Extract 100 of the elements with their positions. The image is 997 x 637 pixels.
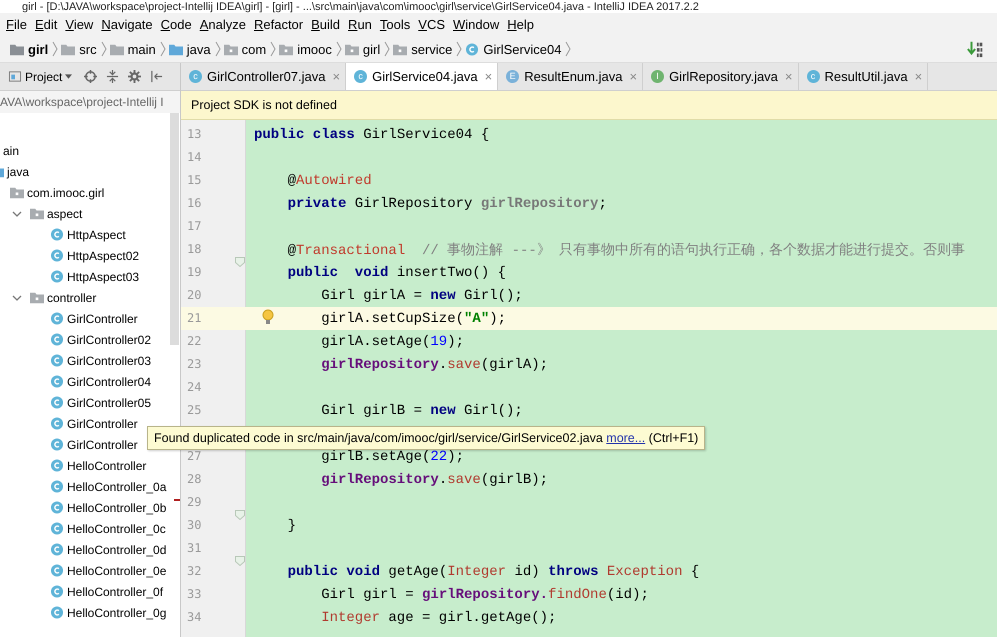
class-icon xyxy=(50,354,64,367)
chevron-icon xyxy=(565,41,572,57)
code-line: girlRepository.save(girlB); xyxy=(321,472,548,488)
editor-tab[interactable]: I GirlRepository.java × xyxy=(643,63,799,90)
menu-item[interactable]: Help xyxy=(503,17,538,32)
folder-icon xyxy=(61,42,76,56)
tree-item[interactable]: HelloController_0f xyxy=(67,584,164,598)
editor-tab[interactable]: E ResultEnum.java × xyxy=(498,63,644,90)
code-line: Girl girlA = new Girl(); xyxy=(321,288,523,304)
breadcrumb-item[interactable]: GirlService04 xyxy=(483,42,562,56)
code-line: Girl girl = girlRepository.findOne(id); xyxy=(321,586,649,602)
line-number: 15 xyxy=(187,173,202,187)
menu-item[interactable]: View xyxy=(61,17,98,32)
class-icon xyxy=(50,249,64,262)
tree-item[interactable]: GirlController xyxy=(67,416,138,430)
class-icon xyxy=(50,396,64,409)
fold-marker-icon[interactable] xyxy=(235,510,245,520)
tree-item[interactable]: com.imooc.girl xyxy=(27,186,104,200)
scrollbar-thumb[interactable] xyxy=(170,113,179,345)
line-number: 17 xyxy=(187,219,202,233)
tree-item[interactable]: GirlController05 xyxy=(67,396,152,410)
editor-tab[interactable]: c GirlService04.java × xyxy=(346,63,498,90)
folder-icon xyxy=(110,42,124,56)
breadcrumb-item[interactable]: girl xyxy=(28,42,48,56)
class-badge: c xyxy=(189,70,202,83)
project-icon xyxy=(8,70,22,83)
tree-item[interactable]: HelloController_0d xyxy=(67,542,166,556)
tree-item[interactable]: HelloController_0a xyxy=(67,480,166,494)
tree-item[interactable]: GirlController04 xyxy=(67,374,152,388)
folder-icon xyxy=(10,42,24,56)
chevron-icon xyxy=(100,41,107,57)
close-icon[interactable]: × xyxy=(484,69,492,84)
code-line: @Autowired xyxy=(288,172,372,188)
menu-item[interactable]: VCS xyxy=(414,17,449,32)
tree-item[interactable]: controller xyxy=(47,290,96,304)
collapse-icon[interactable] xyxy=(106,70,120,83)
folder-icon xyxy=(10,186,24,199)
tree-item[interactable]: GirlController xyxy=(67,438,138,452)
breadcrumb-item[interactable]: girl xyxy=(362,42,380,56)
tree-item[interactable]: HelloController_0c xyxy=(67,522,166,536)
menu-item[interactable]: File xyxy=(2,17,31,32)
menu-item[interactable]: Build xyxy=(307,17,344,32)
folder-icon xyxy=(224,42,238,56)
line-number: 13 xyxy=(187,127,202,141)
breadcrumb-item[interactable]: src xyxy=(79,42,97,56)
tree-item[interactable]: HelloController_0b xyxy=(67,500,166,514)
tree-item[interactable]: ain xyxy=(3,144,20,158)
tree-item[interactable]: HttpAspect02 xyxy=(67,248,140,262)
menu-item[interactable]: Refactor xyxy=(250,17,308,32)
tree-item[interactable]: HelloController_0g xyxy=(67,606,166,620)
line-number: 28 xyxy=(187,472,202,486)
menu-item[interactable]: Code xyxy=(156,17,196,32)
menu-item[interactable]: Analyze xyxy=(196,17,250,32)
menu-item[interactable]: Navigate xyxy=(97,17,157,32)
menu-item[interactable]: Run xyxy=(344,17,376,32)
lightbulb-icon[interactable] xyxy=(262,309,274,325)
fold-marker-icon[interactable] xyxy=(235,556,245,566)
class-icon xyxy=(50,522,64,535)
more-link[interactable]: more... xyxy=(606,431,646,445)
settings-icon[interactable] xyxy=(128,70,142,83)
folder-icon xyxy=(30,291,44,304)
chevron-icon xyxy=(456,41,462,57)
chevron-icon xyxy=(52,41,58,57)
line-number: 19 xyxy=(187,265,202,279)
chevron-icon xyxy=(384,41,390,57)
update-icon[interactable] xyxy=(967,40,985,58)
locate-icon[interactable] xyxy=(84,70,98,83)
menu-item[interactable]: Tools xyxy=(376,17,414,32)
project-view-dropdown[interactable]: Project xyxy=(25,70,62,84)
breadcrumb-item[interactable]: imooc xyxy=(297,42,332,56)
menu-item[interactable]: Edit xyxy=(30,17,62,32)
line-number: 27 xyxy=(187,449,202,463)
line-number: 29 xyxy=(187,495,202,509)
code-line: @Transactional // 事物注解 ---》 只有事物中所有的语句执行正确，各个数据才能进行提交。否则事 xyxy=(288,241,966,258)
line-number: 18 xyxy=(187,242,202,256)
breadcrumb-item[interactable]: java xyxy=(186,42,211,56)
line-number: 14 xyxy=(187,150,202,164)
breadcrumb-item[interactable]: main xyxy=(128,42,156,56)
tree-item[interactable]: java xyxy=(7,164,30,178)
editor-tab[interactable]: c ResultUtil.java × xyxy=(798,63,928,90)
tree-item[interactable]: GirlController02 xyxy=(67,332,152,346)
folder-icon xyxy=(393,42,408,56)
tree-item[interactable]: HelloController xyxy=(67,458,146,472)
hide-icon[interactable] xyxy=(150,70,164,83)
breadcrumb-item[interactable]: service xyxy=(411,42,452,56)
class-icon xyxy=(50,438,64,451)
tree-item[interactable]: HttpAspect xyxy=(67,228,126,242)
tree-item[interactable]: GirlController xyxy=(67,312,138,326)
fold-marker-icon[interactable] xyxy=(235,257,245,267)
chevron-icon xyxy=(336,41,342,57)
class-icon xyxy=(50,417,64,430)
code-line: private GirlRepository girlRepository; xyxy=(288,196,607,212)
breadcrumb-item[interactable]: com xyxy=(242,42,266,56)
tree-item[interactable]: HttpAspect03 xyxy=(67,270,140,284)
tree-item[interactable]: HelloController_0e xyxy=(67,564,166,578)
class-badge: c xyxy=(354,70,368,83)
tree-item[interactable]: aspect xyxy=(47,206,82,220)
menu-item[interactable]: Window xyxy=(449,17,504,32)
tree-item[interactable]: GirlController03 xyxy=(67,354,152,368)
code-line: } xyxy=(288,518,296,534)
